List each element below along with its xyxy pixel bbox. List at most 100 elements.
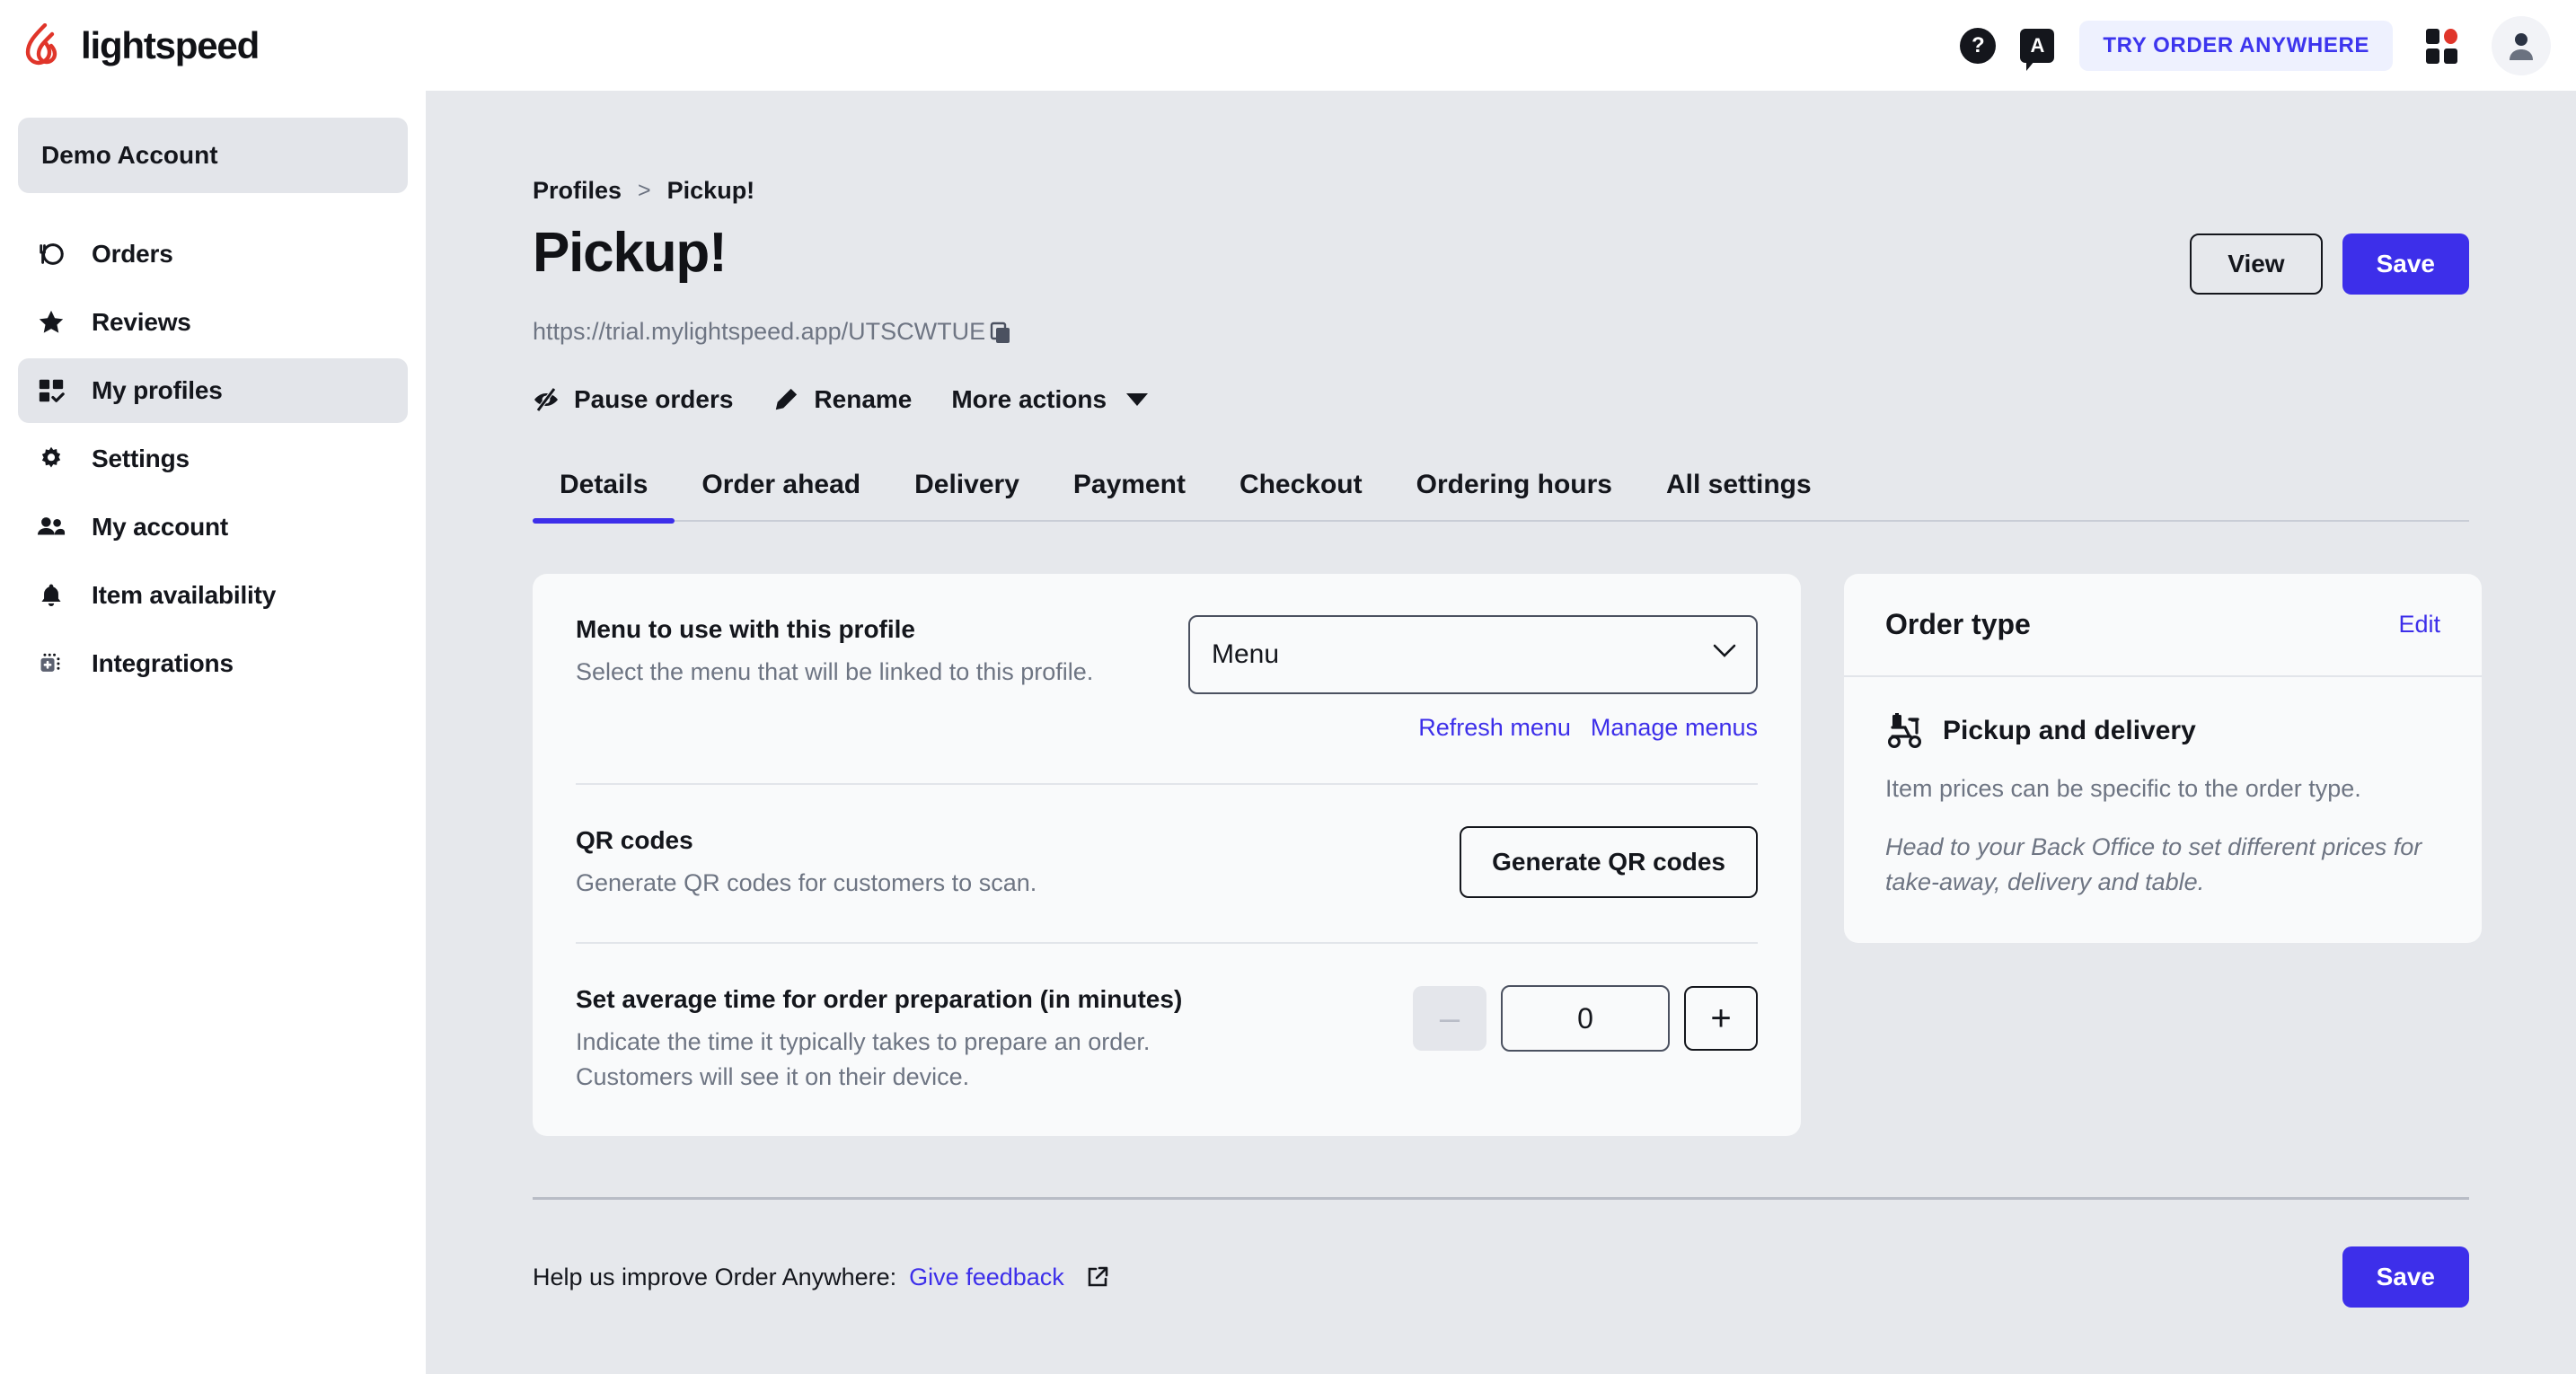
generate-qr-codes-button[interactable]: Generate QR codes — [1460, 826, 1758, 898]
breadcrumb: Profiles > Pickup! — [426, 91, 2576, 205]
user-avatar-button[interactable] — [2492, 15, 2551, 75]
sidebar-item-label: Settings — [92, 445, 190, 472]
feedback-text: Help us improve Order Anywhere: — [533, 1263, 897, 1290]
sidebar-item-my-account[interactable]: My account — [18, 495, 408, 559]
prep-time-text: Set average time for order preparation (… — [576, 985, 1187, 1095]
tab-bar: Details Order ahead Delivery Payment Che… — [533, 455, 2469, 524]
view-button[interactable]: View — [2190, 233, 2323, 295]
menu-links: Refresh menu Manage menus — [1188, 714, 1758, 742]
profile-url-row: https://trial.mylightspeed.app/UTSCWTUE — [426, 295, 2576, 346]
chat-bubble-icon: A — [2020, 28, 2055, 71]
manage-menus-link[interactable]: Manage menus — [1591, 714, 1758, 742]
action-bar: Pause orders Rename More actions — [426, 346, 2576, 414]
save-button-bottom[interactable]: Save — [2342, 1246, 2469, 1308]
brand-name: lightspeed — [81, 23, 260, 66]
order-type-hint: Head to your Back Office to set differen… — [1885, 832, 2422, 895]
sidebar-item-orders[interactable]: Orders — [18, 222, 408, 286]
page-header: Pickup! View Save — [426, 205, 2576, 295]
page-title: Pickup! — [533, 222, 728, 284]
external-link-icon[interactable] — [1086, 1265, 1109, 1289]
pencil-icon — [772, 386, 799, 413]
increment-button[interactable]: + — [1684, 986, 1758, 1052]
bell-icon — [36, 580, 66, 611]
account-selector[interactable]: Demo Account — [18, 118, 408, 193]
pause-orders-button[interactable]: Pause orders — [533, 385, 733, 414]
menu-selection-row: Menu to use with this profile Select the… — [576, 574, 1758, 783]
tab-all-settings[interactable]: All settings — [1639, 455, 1839, 520]
sidebar-item-label: Orders — [92, 240, 173, 268]
sidebar-item-label: My account — [92, 513, 229, 541]
order-type-description: Item prices can be specific to the order… — [1885, 775, 2361, 802]
rename-button[interactable]: Rename — [772, 385, 912, 414]
save-button-top[interactable]: Save — [2342, 233, 2469, 295]
qr-codes-title: QR codes — [576, 826, 693, 854]
menu-selection-text: Menu to use with this profile Select the… — [576, 615, 1093, 690]
lightspeed-flame-icon — [25, 22, 57, 65]
give-feedback-link[interactable]: Give feedback — [909, 1264, 1064, 1291]
users-icon — [36, 512, 66, 542]
order-type-edit-link[interactable]: Edit — [2398, 611, 2440, 639]
tab-order-ahead[interactable]: Order ahead — [675, 455, 887, 520]
refresh-menu-link[interactable]: Refresh menu — [1418, 714, 1571, 742]
help-button[interactable]: ? — [1948, 16, 2007, 75]
sidebar-item-my-profiles[interactable]: My profiles — [18, 358, 408, 423]
copy-icon[interactable] — [989, 321, 1012, 344]
header-actions: View Save — [2190, 221, 2469, 295]
scooter-icon — [1887, 713, 1922, 749]
prep-time-title: Set average time for order preparation (… — [576, 985, 1183, 1014]
qr-codes-row: QR codes Generate QR codes for customers… — [576, 783, 1758, 942]
order-type-header: Order type Edit — [1844, 574, 2482, 677]
assistant-button[interactable]: A — [2007, 16, 2067, 75]
try-order-anywhere-button[interactable]: TRY ORDER ANYWHERE — [2079, 20, 2393, 71]
pause-orders-label: Pause orders — [574, 385, 734, 413]
apps-switcher-button[interactable] — [2413, 16, 2472, 75]
footer: Help us improve Order Anywhere: Give fee… — [426, 1200, 2576, 1308]
help-icon: ? — [1960, 27, 1997, 64]
profiles-grid-icon — [36, 375, 66, 406]
order-type-value-row: Pickup and delivery — [1885, 713, 2440, 749]
sidebar-item-reviews[interactable]: Reviews — [18, 290, 408, 355]
sidebar-item-label: Integrations — [92, 649, 234, 677]
sidebar-item-label: My profiles — [92, 376, 223, 404]
tab-payment[interactable]: Payment — [1046, 455, 1213, 520]
sidebar-item-settings[interactable]: Settings — [18, 427, 408, 491]
qr-codes-text: QR codes Generate QR codes for customers… — [576, 826, 1037, 901]
breadcrumb-profiles[interactable]: Profiles — [533, 177, 622, 205]
sidebar-item-item-availability[interactable]: Item availability — [18, 563, 408, 628]
top-bar-actions: ? A TRY ORDER ANYWHERE — [1948, 0, 2551, 91]
qr-codes-subtitle: Generate QR codes for customers to scan. — [576, 869, 1037, 896]
profile-url: https://trial.mylightspeed.app/UTSCWTUE — [533, 318, 986, 345]
apps-grid-icon — [2426, 28, 2458, 64]
menu-select[interactable]: Menu — [1188, 615, 1758, 694]
menu-selection-control: Menu Refresh menu Manage menus — [1188, 615, 1758, 742]
tab-checkout[interactable]: Checkout — [1213, 455, 1389, 520]
details-panel: Menu to use with this profile Select the… — [426, 522, 2576, 1137]
star-icon — [36, 307, 66, 338]
order-type-body: Pickup and delivery Item prices can be s… — [1844, 677, 2482, 943]
breadcrumb-separator: > — [638, 178, 651, 203]
order-type-title: Order type — [1885, 608, 2031, 640]
brand-logo[interactable]: lightspeed — [25, 22, 260, 68]
tab-details[interactable]: Details — [533, 455, 675, 524]
menu-select-wrap: Menu — [1188, 615, 1758, 694]
sidebar-item-integrations[interactable]: Integrations — [18, 631, 408, 696]
breadcrumb-current: Pickup! — [666, 177, 755, 204]
sidebar-nav: Orders Reviews My profiles Settings My a… — [18, 222, 408, 696]
prep-time-input[interactable]: 0 — [1501, 985, 1670, 1053]
gear-icon — [36, 444, 66, 474]
sidebar-item-label: Reviews — [92, 308, 191, 336]
tab-delivery[interactable]: Delivery — [887, 455, 1046, 520]
decrement-button[interactable]: – — [1413, 986, 1486, 1052]
main-content: Profiles > Pickup! Pickup! View Save htt… — [426, 91, 2576, 1374]
more-actions-button[interactable]: More actions — [951, 385, 1149, 414]
top-bar: lightspeed ? A TRY ORDER ANYWHERE — [0, 0, 2576, 91]
prep-time-row: Set average time for order preparation (… — [576, 942, 1758, 1136]
more-actions-label: More actions — [951, 385, 1107, 413]
tab-ordering-hours[interactable]: Ordering hours — [1389, 455, 1639, 520]
prep-time-subtitle: Indicate the time it typically takes to … — [576, 1028, 1151, 1091]
orders-icon — [36, 239, 66, 269]
order-type-card: Order type Edit Pickup and delivery Item… — [1844, 574, 2482, 944]
eye-slash-icon — [533, 386, 560, 413]
rename-label: Rename — [814, 385, 913, 413]
prep-time-stepper: – 0 + — [1413, 985, 1758, 1053]
